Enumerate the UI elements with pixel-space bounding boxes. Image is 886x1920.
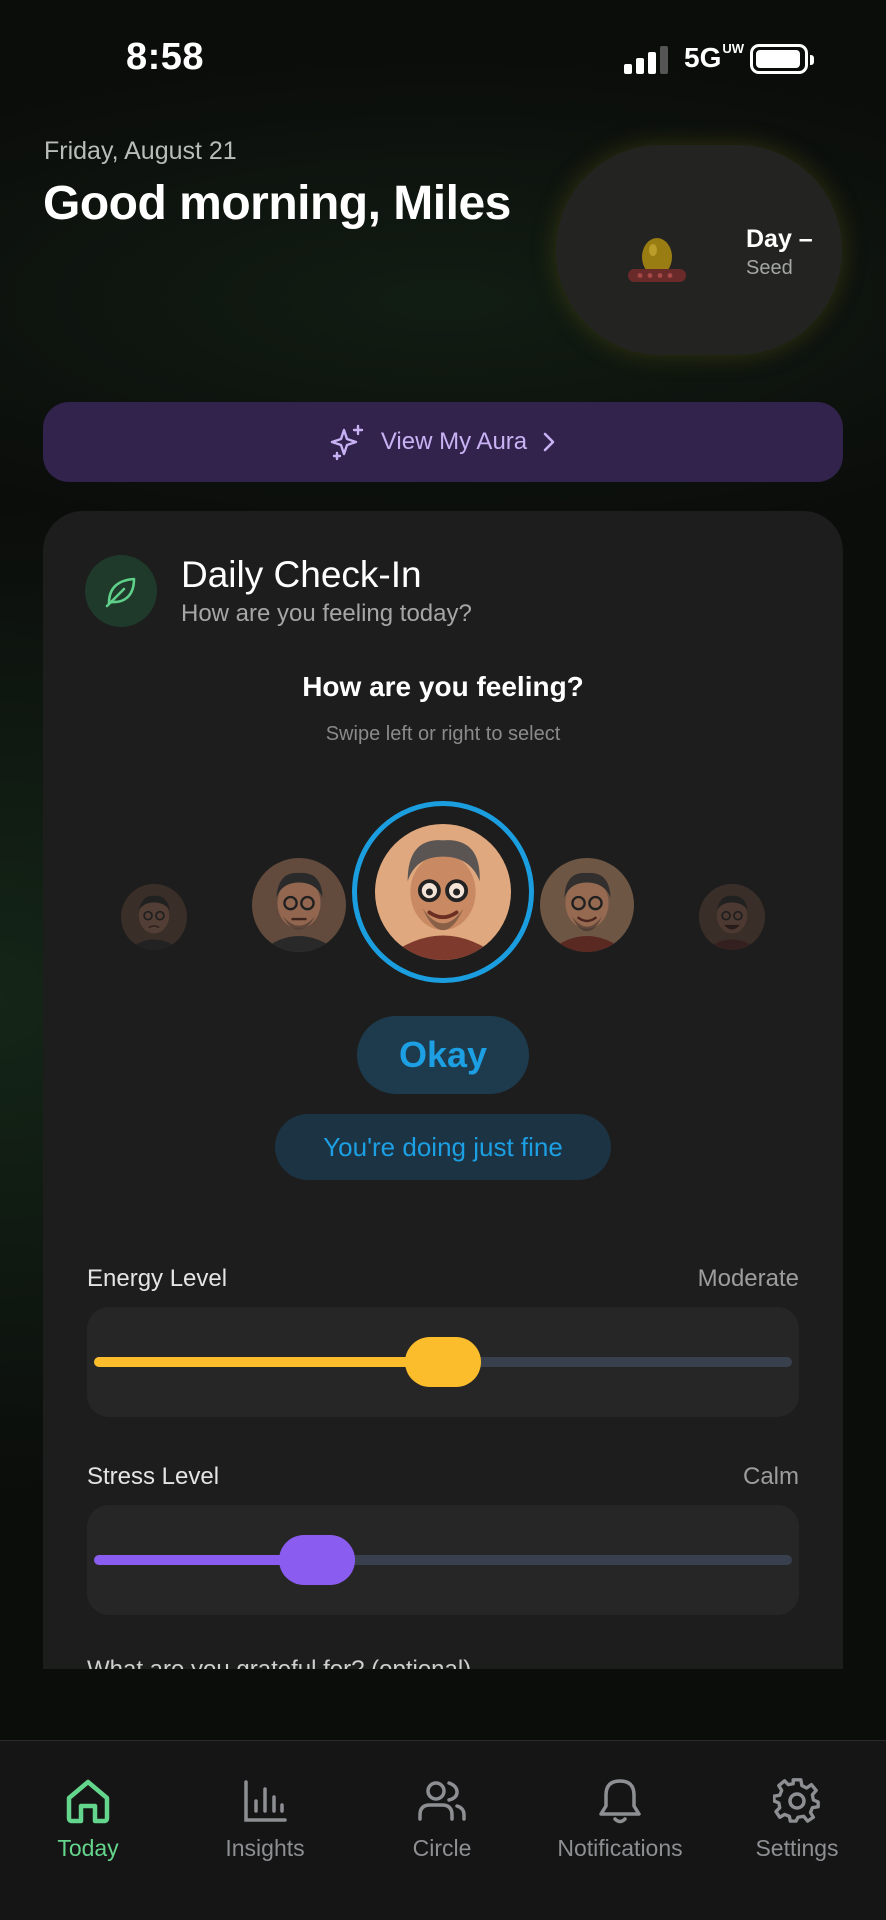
view-aura-button[interactable]: View My Aura bbox=[43, 402, 843, 482]
selected-mood-label: Okay bbox=[357, 1016, 529, 1094]
energy-label: Energy Level bbox=[87, 1265, 228, 1292]
greeting-title: Good morning, Miles bbox=[43, 177, 511, 230]
daily-checkin-card: Daily Check-In How are you feeling today… bbox=[43, 511, 843, 1669]
bell-icon bbox=[599, 1779, 641, 1824]
current-date: Friday, August 21 bbox=[44, 137, 237, 165]
growth-stage-label: Seed bbox=[746, 257, 793, 279]
stress-thumb[interactable] bbox=[279, 1535, 356, 1585]
status-bar: 8:58 5GUW bbox=[0, 0, 886, 120]
checkin-title: Daily Check-In bbox=[181, 554, 422, 595]
seed-icon bbox=[628, 238, 686, 282]
energy-thumb[interactable] bbox=[405, 1337, 481, 1387]
bar-chart-icon bbox=[244, 1780, 287, 1822]
mood-avatar-great[interactable] bbox=[699, 884, 765, 950]
stress-track[interactable] bbox=[94, 1555, 792, 1565]
gear-icon bbox=[773, 1778, 820, 1823]
tab-today[interactable]: Today bbox=[8, 1771, 168, 1862]
battery-icon bbox=[750, 44, 814, 74]
chevron-right-icon bbox=[543, 432, 555, 452]
home-icon bbox=[66, 1779, 110, 1824]
tab-notifications[interactable]: Notifications bbox=[540, 1771, 700, 1862]
gratitude-prompt: What are you grateful for? (optional) bbox=[87, 1656, 471, 1669]
checkin-subtitle: How are you feeling today? bbox=[181, 600, 472, 627]
leaf-icon bbox=[85, 555, 157, 627]
tab-insights-label: Insights bbox=[225, 1835, 305, 1861]
status-time: 8:58 bbox=[126, 36, 205, 78]
people-icon bbox=[418, 1781, 466, 1821]
swipe-hint: Swipe left or right to select bbox=[325, 723, 561, 745]
view-aura-label: View My Aura bbox=[380, 428, 528, 455]
sparkles-icon bbox=[330, 424, 364, 461]
mood-question: How are you feeling? bbox=[302, 671, 584, 702]
mood-avatar-sad[interactable] bbox=[121, 884, 187, 950]
mood-avatar-good[interactable] bbox=[540, 858, 634, 952]
stress-label: Stress Level bbox=[87, 1463, 220, 1490]
network-type: 5GUW bbox=[684, 41, 745, 73]
tab-notifications-label: Notifications bbox=[557, 1835, 683, 1861]
tab-circle-label: Circle bbox=[412, 1835, 472, 1861]
growth-stage-card[interactable]: Day – Seed bbox=[556, 145, 842, 355]
mood-avatar-meh[interactable] bbox=[252, 858, 346, 952]
stress-slider[interactable] bbox=[87, 1505, 799, 1615]
tab-settings-label: Settings bbox=[755, 1835, 839, 1861]
tab-insights[interactable]: Insights bbox=[185, 1771, 345, 1862]
cellular-signal-icon bbox=[624, 46, 670, 74]
tab-settings[interactable]: Settings bbox=[717, 1771, 877, 1862]
energy-value: Moderate bbox=[697, 1265, 799, 1292]
mood-message: You're doing just fine bbox=[275, 1114, 611, 1180]
tab-circle[interactable]: Circle bbox=[362, 1771, 522, 1862]
energy-fill bbox=[94, 1357, 443, 1367]
tab-today-label: Today bbox=[57, 1835, 119, 1861]
mood-avatar-okay[interactable] bbox=[375, 824, 511, 960]
energy-slider[interactable] bbox=[87, 1307, 799, 1417]
day-counter: Day – bbox=[746, 225, 813, 253]
stress-value: Calm bbox=[742, 1463, 799, 1490]
bottom-tab-bar: Today Insights Circle Notifications Sett… bbox=[0, 1740, 886, 1920]
